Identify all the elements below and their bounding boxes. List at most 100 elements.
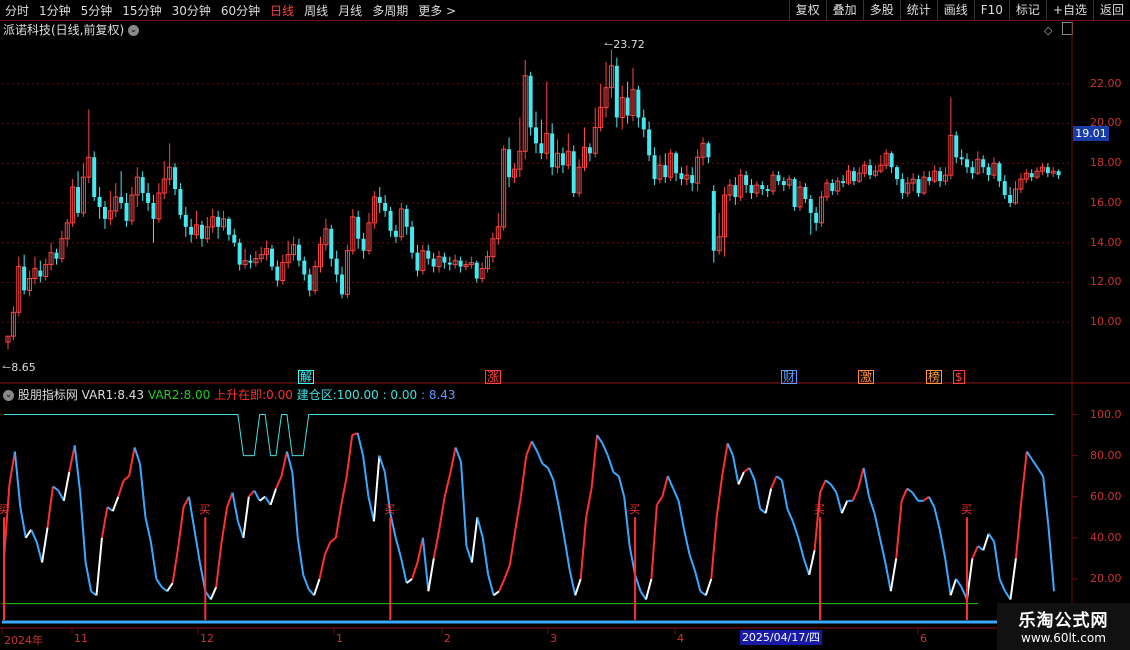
var1-segment <box>1009 558 1017 600</box>
candle-body <box>711 191 716 251</box>
var1-segment <box>791 521 800 539</box>
candle-body <box>76 187 81 213</box>
var1-segment <box>220 506 229 543</box>
candle-body <box>431 258 436 267</box>
var1-segment <box>291 471 299 538</box>
price-tick: 10.00 <box>1090 315 1122 329</box>
candle-body <box>830 183 835 192</box>
candle-body <box>474 262 479 279</box>
var1-segment <box>514 496 522 530</box>
candle-body <box>329 228 334 259</box>
candle-body <box>146 193 151 203</box>
candle-body <box>415 252 420 271</box>
time-tick: 6 <box>920 632 927 645</box>
var1-segment <box>922 495 930 502</box>
var1-segment <box>606 455 615 473</box>
time-tick: 11 <box>74 632 88 645</box>
candle-body <box>458 260 463 267</box>
buy-marker-label: 买 <box>0 503 9 516</box>
candle-body <box>894 167 899 180</box>
var1-segment <box>171 547 180 584</box>
chevron-down-icon[interactable]: ⌄ <box>3 390 14 401</box>
var1-segment <box>117 479 125 498</box>
indicator-tick: 40.00 <box>1090 530 1122 544</box>
event-marker[interactable]: 激 <box>858 370 875 384</box>
var1-segment <box>454 447 462 463</box>
candle-body <box>981 159 986 168</box>
candle-body <box>927 177 932 182</box>
var1-segment <box>242 496 250 538</box>
price-tick: 14.00 <box>1090 235 1122 249</box>
candle-body <box>393 230 398 237</box>
time-tick: 4 <box>677 632 684 645</box>
event-marker[interactable]: 涨 <box>485 370 502 384</box>
var1-segment <box>493 590 500 597</box>
up-value: 0.00 <box>266 388 293 402</box>
candle-body <box>965 159 970 168</box>
var1-segment <box>519 455 528 497</box>
buy-marker-label: 买 <box>814 503 825 516</box>
time-tick: 1 <box>336 632 343 645</box>
var1-segment <box>187 496 196 530</box>
var1-segment <box>84 562 93 592</box>
candle-body <box>404 208 409 227</box>
event-marker[interactable]: 财 <box>781 370 798 384</box>
var1-segment <box>68 445 76 473</box>
var1-segment <box>438 496 446 530</box>
var1-segment <box>324 541 332 555</box>
candle-body <box>183 214 188 227</box>
candle-body <box>744 175 749 186</box>
event-marker[interactable]: 解 <box>298 370 315 384</box>
var1-segment <box>830 483 838 494</box>
event-marker[interactable]: 榜 <box>926 370 943 384</box>
var1-segment <box>568 570 577 596</box>
var1-segment <box>672 488 680 502</box>
var1-segment <box>650 504 658 579</box>
buy-marker-label: 买 <box>629 503 640 516</box>
var1-segment <box>209 586 218 600</box>
var1-segment <box>133 447 141 465</box>
candle-body <box>674 153 679 174</box>
candle-body <box>641 117 646 130</box>
var1-segment <box>770 475 778 489</box>
candle-body <box>954 135 959 158</box>
build-value-2: : 0.00 <box>382 388 418 402</box>
candle-body <box>900 179 905 194</box>
var1-segment <box>149 541 158 580</box>
var1-segment <box>1014 500 1023 559</box>
candle-body <box>889 153 894 168</box>
current-price-tag: 19.01 <box>1073 126 1109 141</box>
var1-segment <box>52 485 60 492</box>
var1-segment <box>481 537 490 575</box>
var1-segment <box>372 455 381 522</box>
candle-body <box>868 165 873 176</box>
var1-segment <box>275 475 283 489</box>
var1-segment <box>982 533 990 551</box>
event-marker[interactable]: $ <box>953 370 965 384</box>
candle-body <box>663 165 668 178</box>
build-label: 建仓区: <box>296 388 337 402</box>
candle-body <box>507 149 512 178</box>
var1-segment <box>139 463 147 518</box>
candle-body <box>102 206 107 219</box>
var1-segment <box>182 496 190 508</box>
var1-segment <box>1047 527 1055 592</box>
kline-chart[interactable]: 买买买买买买 <box>0 0 1130 650</box>
candle-body <box>679 173 684 180</box>
price-tick: 18.00 <box>1090 156 1122 170</box>
var1-label: VAR1: <box>81 388 118 402</box>
candle-body <box>275 266 280 281</box>
candle-body <box>997 163 1002 182</box>
var1-segment <box>345 434 354 477</box>
var1-segment <box>8 451 16 485</box>
candle-body <box>636 89 641 118</box>
var1-segment <box>596 434 604 444</box>
var1-segment <box>764 488 773 514</box>
var1-segment <box>378 455 386 473</box>
candle-body <box>776 175 781 182</box>
var1-segment <box>313 578 321 596</box>
candle-body <box>1056 171 1061 176</box>
indicator-name: 股朋指标网 <box>17 388 78 402</box>
candle-body <box>140 177 145 194</box>
var1-segment <box>721 443 729 477</box>
